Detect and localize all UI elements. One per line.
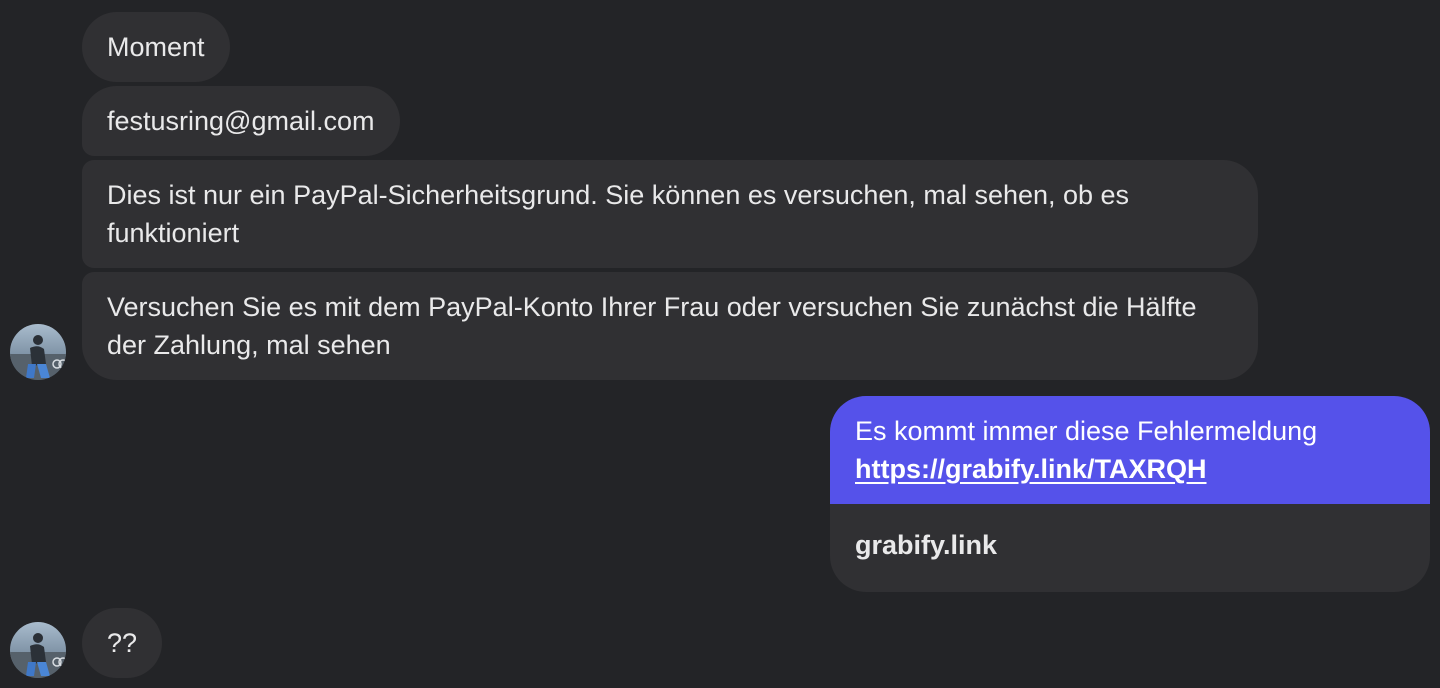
received-message[interactable]: festusring@gmail.com: [82, 86, 400, 156]
sent-message-text: Es kommt immer diese Fehlermeldung: [855, 416, 1318, 446]
received-message[interactable]: ??: [82, 608, 163, 678]
message-link[interactable]: https://grabify.link/TAXRQH: [855, 454, 1207, 484]
sent-message-body: Es kommt immer diese Fehlermeldung https…: [830, 396, 1430, 504]
link-preview-title: grabify.link: [855, 530, 998, 560]
contact-avatar[interactable]: [10, 622, 66, 678]
avatar-photo-icon: [10, 324, 66, 380]
link-preview[interactable]: grabify.link: [830, 504, 1430, 592]
received-message[interactable]: Dies ist nur ein PayPal-Sicherheitsgrund…: [82, 160, 1258, 268]
received-message[interactable]: Moment: [82, 12, 230, 82]
chat-thread: Moment festusring@gmail.com Dies ist nur…: [0, 0, 1440, 688]
avatar-photo-icon: [10, 622, 66, 678]
sent-message[interactable]: Es kommt immer diese Fehlermeldung https…: [830, 396, 1430, 592]
contact-avatar[interactable]: [10, 324, 66, 380]
received-message[interactable]: Versuchen Sie es mit dem PayPal-Konto Ih…: [82, 272, 1258, 380]
